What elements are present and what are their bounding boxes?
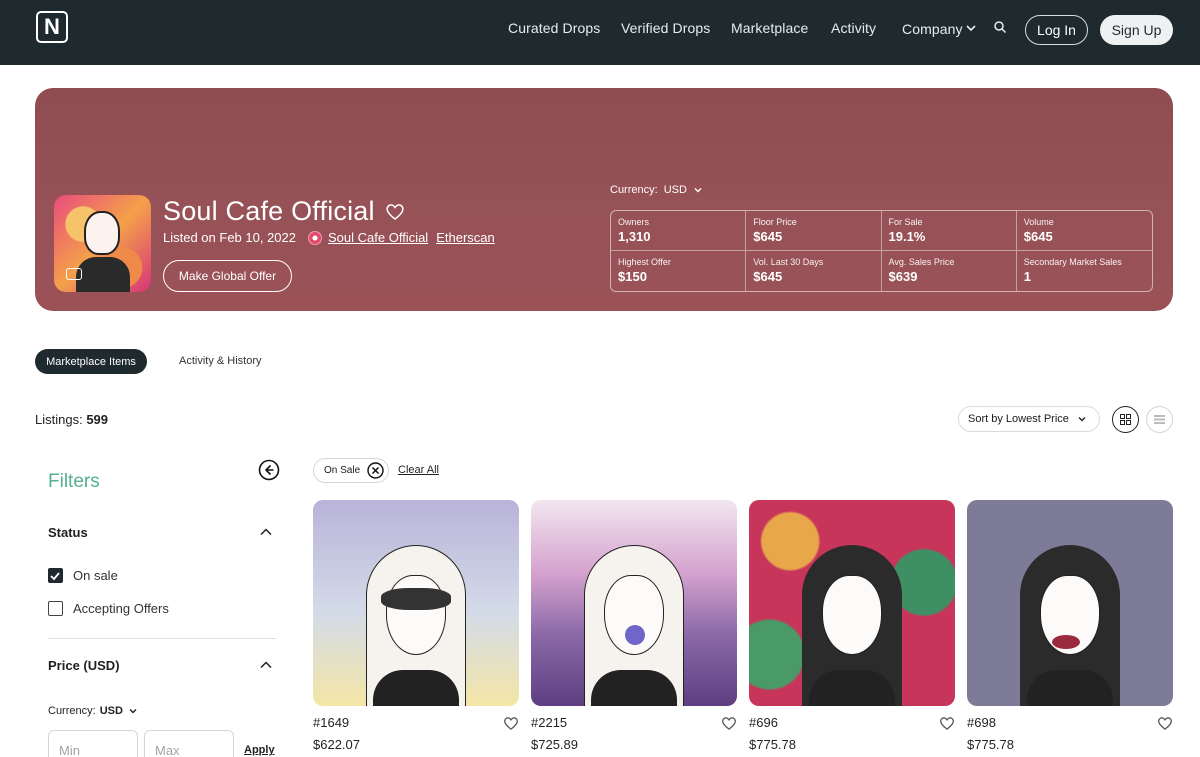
tab-activity-history[interactable]: Activity & History xyxy=(179,355,262,367)
on-sale-label: On sale xyxy=(73,568,118,583)
stats-grid: Owners 1,310 Floor Price $645 For Sale 19.1… xyxy=(610,210,1153,292)
stat-volume: Volume $645 xyxy=(1016,211,1152,251)
currency-selector[interactable]: Currency: USD xyxy=(610,184,703,196)
heart-icon[interactable] xyxy=(939,716,955,731)
price-section-title[interactable]: Price (USD) xyxy=(48,658,120,673)
nft-image[interactable] xyxy=(967,500,1173,706)
sort-label: Sort by Lowest Price xyxy=(968,413,1069,425)
chevron-down-icon xyxy=(129,709,137,714)
listings-count: Listings: 599 xyxy=(35,412,109,427)
nav-curated-drops[interactable]: Curated Drops xyxy=(508,20,600,36)
creator-avatar-icon xyxy=(308,230,322,245)
nft-image[interactable] xyxy=(531,500,737,706)
nft-price: $775.78 xyxy=(749,737,796,752)
logo[interactable]: N xyxy=(36,11,68,43)
tab-marketplace-items[interactable]: Marketplace Items xyxy=(35,349,147,374)
collection-title: Soul Cafe Official xyxy=(163,196,375,226)
check-icon xyxy=(50,572,60,581)
nft-price: $725.89 xyxy=(531,737,578,752)
nft-id[interactable]: #2215 xyxy=(531,715,567,730)
list-icon xyxy=(1154,415,1165,424)
apply-price-button[interactable]: Apply xyxy=(244,744,275,756)
nft-price: $622.07 xyxy=(313,737,360,752)
stat-avg-sales-price: Avg. Sales Price $639 xyxy=(882,251,1017,291)
collapse-filters-icon[interactable] xyxy=(258,459,280,481)
collection-avatar xyxy=(54,195,151,292)
login-button[interactable]: Log In xyxy=(1025,15,1088,45)
price-currency-selector[interactable]: Currency: USD xyxy=(48,705,139,717)
chevron-down-icon xyxy=(1078,417,1086,422)
stat-for-sale: For Sale 19.1% xyxy=(881,211,1017,251)
stat-owners: Owners 1,310 xyxy=(611,211,747,251)
clear-all-link[interactable]: Clear All xyxy=(398,464,439,476)
list-view-button[interactable] xyxy=(1146,406,1173,433)
top-nav: N Curated Drops Verified Drops Marketpla… xyxy=(0,0,1200,65)
nav-activity[interactable]: Activity xyxy=(831,20,876,36)
video-icon xyxy=(66,268,82,280)
nav-company[interactable]: Company xyxy=(902,21,963,37)
sunglasses xyxy=(381,588,451,610)
nft-id[interactable]: #1649 xyxy=(313,715,349,730)
chevron-down-icon[interactable] xyxy=(965,22,977,34)
nft-id[interactable]: #698 xyxy=(967,715,996,730)
signup-button[interactable]: Sign Up xyxy=(1100,15,1173,45)
search-icon[interactable] xyxy=(993,20,1007,34)
heart-icon[interactable] xyxy=(1157,716,1173,731)
heart-icon[interactable] xyxy=(721,716,737,731)
heart-icon[interactable] xyxy=(385,203,405,221)
on-sale-chip[interactable]: On Sale xyxy=(313,458,389,483)
nav-verified-drops[interactable]: Verified Drops xyxy=(621,20,710,36)
listed-date: Listed on Feb 10, 2022 xyxy=(163,230,296,245)
etherscan-link[interactable]: Etherscan xyxy=(436,230,495,245)
on-sale-checkbox[interactable] xyxy=(48,568,63,583)
sort-dropdown[interactable]: Sort by Lowest Price xyxy=(958,406,1100,432)
stat-vol-30-days: Vol. Last 30 Days $645 xyxy=(746,251,882,291)
close-icon[interactable] xyxy=(367,462,384,479)
nav-marketplace[interactable]: Marketplace xyxy=(731,20,808,36)
stat-floor-price: Floor Price $645 xyxy=(746,211,882,251)
chevron-down-icon xyxy=(694,188,702,193)
nft-price: $775.78 xyxy=(967,737,1014,752)
chevron-up-icon[interactable] xyxy=(259,526,273,538)
stat-highest-offer: Highest Offer $150 xyxy=(611,251,747,291)
nft-id[interactable]: #696 xyxy=(749,715,778,730)
make-global-offer-button[interactable]: Make Global Offer xyxy=(163,260,292,292)
price-max-input[interactable]: Max xyxy=(144,730,234,757)
nft-image[interactable] xyxy=(749,500,955,706)
price-min-input[interactable]: Min xyxy=(48,730,138,757)
creator-link[interactable]: Soul Cafe Official xyxy=(328,230,428,245)
status-section-title[interactable]: Status xyxy=(48,525,88,540)
stat-secondary-sales: Secondary Market Sales 1 xyxy=(1023,257,1122,284)
grid-view-button[interactable] xyxy=(1112,406,1139,433)
accepting-offers-checkbox[interactable] xyxy=(48,601,63,616)
divider xyxy=(48,638,276,639)
grid-icon xyxy=(1120,414,1131,425)
chevron-up-icon[interactable] xyxy=(259,659,273,671)
bubble xyxy=(625,625,645,645)
currency-value: USD xyxy=(663,184,687,196)
nft-image[interactable] xyxy=(313,500,519,706)
currency-label: Currency: xyxy=(610,184,658,196)
collection-header: Soul Cafe Official Listed on Feb 10, 202… xyxy=(35,88,1173,311)
filters-title: Filters xyxy=(48,471,100,492)
heart-icon[interactable] xyxy=(503,716,519,731)
collection-meta: Listed on Feb 10, 2022 Soul Cafe Officia… xyxy=(163,230,495,245)
chip-label: On Sale xyxy=(324,465,361,476)
lips xyxy=(1052,635,1080,649)
accepting-offers-label: Accepting Offers xyxy=(73,601,169,616)
